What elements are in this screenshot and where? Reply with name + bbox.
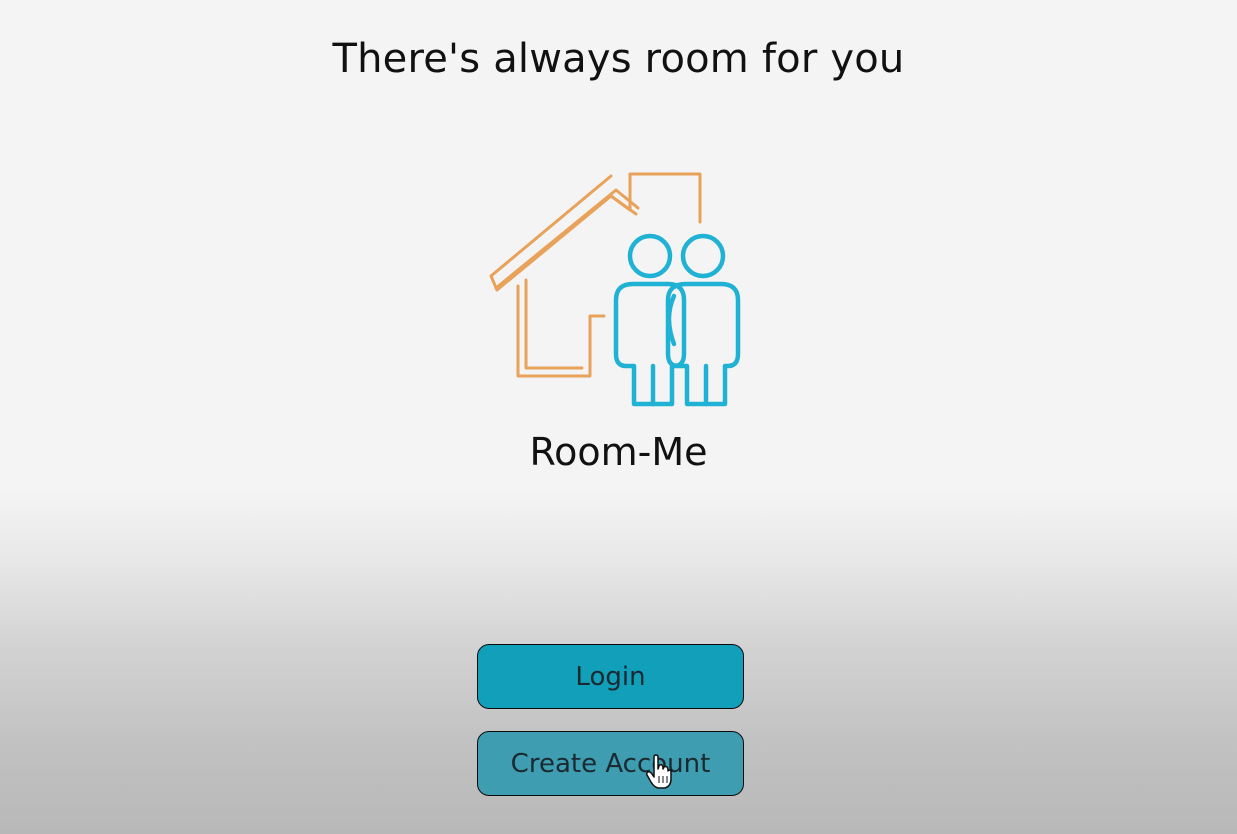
app-name: Room-Me [529,430,708,474]
app-logo [478,168,748,416]
create-account-button[interactable]: Create Account [477,731,744,796]
house-with-two-people-icon [489,172,741,407]
login-button[interactable]: Login [477,644,744,709]
page-tagline: There's always room for you [332,36,905,82]
